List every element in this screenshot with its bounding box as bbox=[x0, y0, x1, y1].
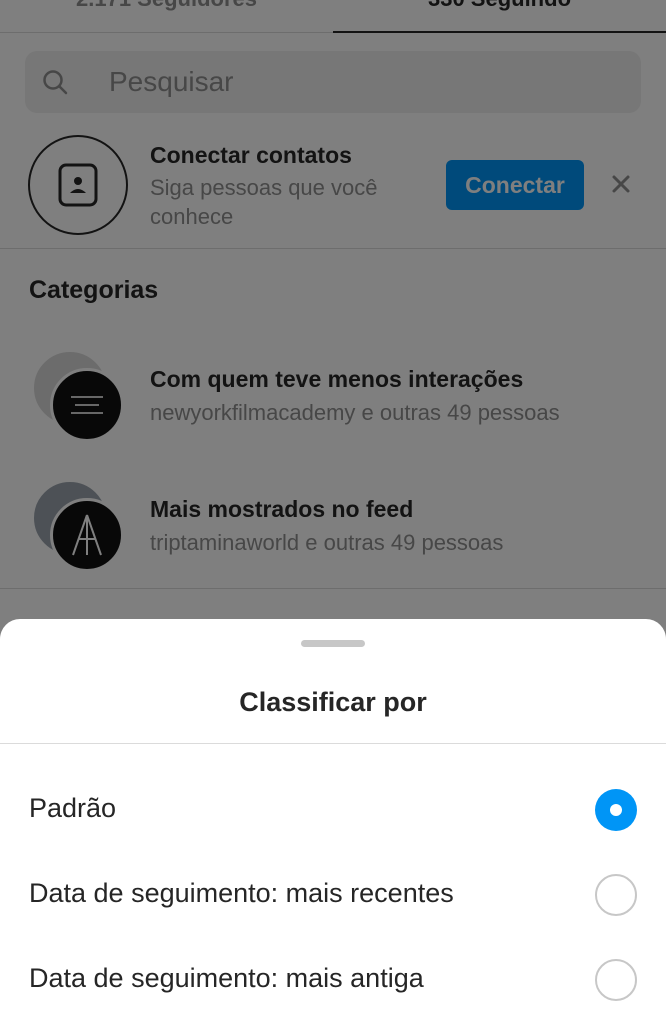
option-label: Data de seguimento: mais antiga bbox=[29, 963, 424, 993]
radio-unselected-icon[interactable] bbox=[595, 874, 637, 916]
divider bbox=[0, 743, 666, 744]
radio-dot bbox=[610, 804, 622, 816]
drag-handle[interactable] bbox=[301, 640, 365, 647]
sort-option-oldest[interactable]: Data de seguimento: mais antiga bbox=[0, 939, 666, 1023]
sort-bottom-sheet: Classificar por Padrão Data de seguiment… bbox=[0, 619, 666, 1024]
sheet-title: Classificar por bbox=[239, 687, 427, 717]
option-label: Padrão bbox=[29, 793, 117, 823]
option-label: Data de seguimento: mais recentes bbox=[29, 878, 454, 908]
sort-option-default[interactable]: Padrão bbox=[0, 769, 666, 853]
radio-unselected-icon[interactable] bbox=[595, 959, 637, 1001]
sort-option-newest[interactable]: Data de seguimento: mais recentes bbox=[0, 854, 666, 938]
following-screen: 2.171 Seguidores 330 Seguindo Conectar c… bbox=[0, 0, 666, 1024]
radio-selected-icon[interactable] bbox=[595, 789, 637, 831]
